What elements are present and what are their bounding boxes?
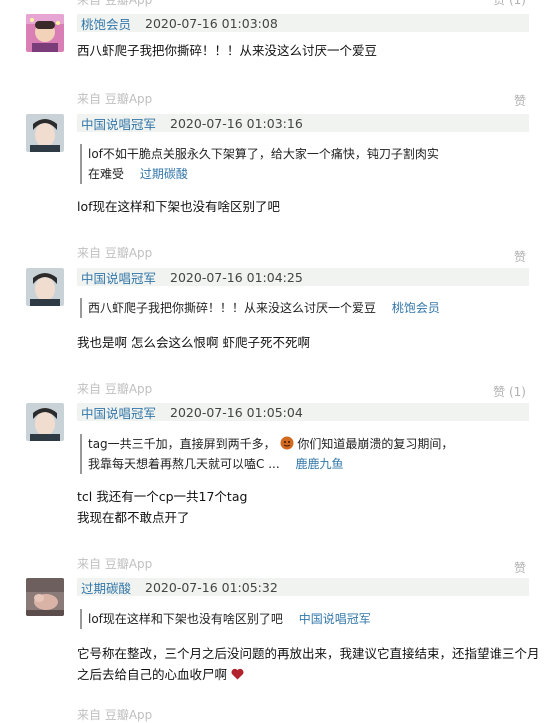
- avatar[interactable]: [26, 578, 64, 616]
- source-label: 来自 豆瓣App: [77, 382, 153, 396]
- like-button[interactable]: 赞: [514, 92, 526, 109]
- quoted-comment: tag一共三千加，直接屏到两千多， 你们知道最崩溃的复习期间， 我靠每天想着再熬…: [80, 434, 508, 474]
- avatar[interactable]: [26, 268, 64, 306]
- timestamp: 2020-07-16 01:05:32: [145, 579, 278, 595]
- username-link[interactable]: 桃饱会员: [81, 14, 131, 33]
- username-link[interactable]: 中国说唱冠军: [81, 403, 156, 422]
- comment-header: 中国说唱冠军 2020-07-16 01:03:16: [77, 114, 529, 132]
- avatar[interactable]: [26, 114, 64, 152]
- timestamp: 2020-07-16 01:03:16: [170, 115, 303, 131]
- comment-text: 西八虾爬子我把你撕碎！！！从来没这么讨厌一个爱豆: [77, 43, 378, 58]
- quote-line: 西八虾爬子我把你撕碎！！！从来没这么讨厌一个爱豆 桃饱会员: [88, 301, 440, 315]
- timestamp: 2020-07-16 01:04:25: [170, 269, 303, 285]
- timestamp: 2020-07-16 01:03:08: [145, 15, 278, 31]
- comment-line: 它号称在整改，三个月之后没问题的再放出来，我建议它直接结束，还指望谁三个月: [77, 646, 540, 661]
- comment-header: 中国说唱冠军 2020-07-16 01:05:04: [77, 403, 529, 421]
- like-button[interactable]: 赞 (1): [493, 0, 526, 8]
- username-link[interactable]: 过期碳酸: [81, 578, 131, 597]
- quote-line: 在难受 过期碳酸: [88, 167, 188, 181]
- quoted-comment: lof不如干脆点关服永久下架算了，给大家一个痛快，钝刀子割肉实 在难受 过期碳酸: [80, 144, 508, 184]
- quote-username-link[interactable]: 中国说唱冠军: [299, 612, 371, 626]
- quoted-comment: lof现在这样和下架也没有啥区别了吧 中国说唱冠军: [80, 609, 508, 629]
- comment-text: 它号称在整改，三个月之后没问题的再放出来，我建议它直接结束，还指望谁三个月 之后…: [77, 643, 540, 685]
- source-label: 来自 豆瓣App: [77, 557, 153, 571]
- comment-header: 过期碳酸 2020-07-16 01:05:32: [77, 578, 529, 596]
- emoji-icon: [280, 436, 294, 450]
- source-label: 来自 豆瓣App: [77, 246, 153, 260]
- quote-line: 我靠每天想着再熬几天就可以嗑C ... 鹿鹿九鱼: [88, 457, 344, 471]
- comment-text: 我也是啊 怎么会这么恨啊 虾爬子死不死啊: [77, 335, 310, 350]
- quote-username-link[interactable]: 鹿鹿九鱼: [295, 457, 343, 471]
- source-label: 来自 豆瓣App: [77, 708, 153, 722]
- quoted-comment: 西八虾爬子我把你撕碎！！！从来没这么讨厌一个爱豆 桃饱会员: [80, 298, 508, 318]
- quote-line: lof不如干脆点关服永久下架算了，给大家一个痛快，钝刀子割肉实: [88, 147, 439, 161]
- username-link[interactable]: 中国说唱冠军: [81, 114, 156, 133]
- quote-line: lof现在这样和下架也没有啥区别了吧 中国说唱冠军: [88, 612, 371, 626]
- quote-line: tag一共三千加，直接屏到两千多， 你们知道最崩溃的复习期间，: [88, 436, 454, 451]
- like-button[interactable]: 赞 (1): [493, 383, 526, 400]
- source-label: 来自 豆瓣App: [77, 0, 153, 7]
- heart-icon: [231, 665, 244, 680]
- like-button[interactable]: 赞: [514, 248, 526, 265]
- comment-text: tcl 我还有一个cp一共17个tag 我现在都不敢点开了: [77, 486, 247, 528]
- username-link[interactable]: 中国说唱冠军: [81, 268, 156, 287]
- comment-header: 中国说唱冠军 2020-07-16 01:04:25: [77, 268, 529, 286]
- avatar[interactable]: [26, 403, 64, 441]
- timestamp: 2020-07-16 01:05:04: [170, 404, 303, 420]
- avatar[interactable]: [26, 14, 64, 52]
- quote-username-link[interactable]: 桃饱会员: [392, 301, 440, 315]
- comment-header: 桃饱会员 2020-07-16 01:03:08: [77, 14, 529, 32]
- source-label: 来自 豆瓣App: [77, 92, 153, 106]
- comment-text: lof现在这样和下架也没有啥区别了吧: [77, 199, 281, 214]
- comment-line: 我现在都不敢点开了: [77, 510, 190, 525]
- like-button[interactable]: 赞: [514, 559, 526, 576]
- quote-username-link[interactable]: 过期碳酸: [140, 167, 188, 181]
- comment-line: 之后去给自己的心血收尸啊: [77, 664, 540, 685]
- comment-line: tcl 我还有一个cp一共17个tag: [77, 489, 248, 504]
